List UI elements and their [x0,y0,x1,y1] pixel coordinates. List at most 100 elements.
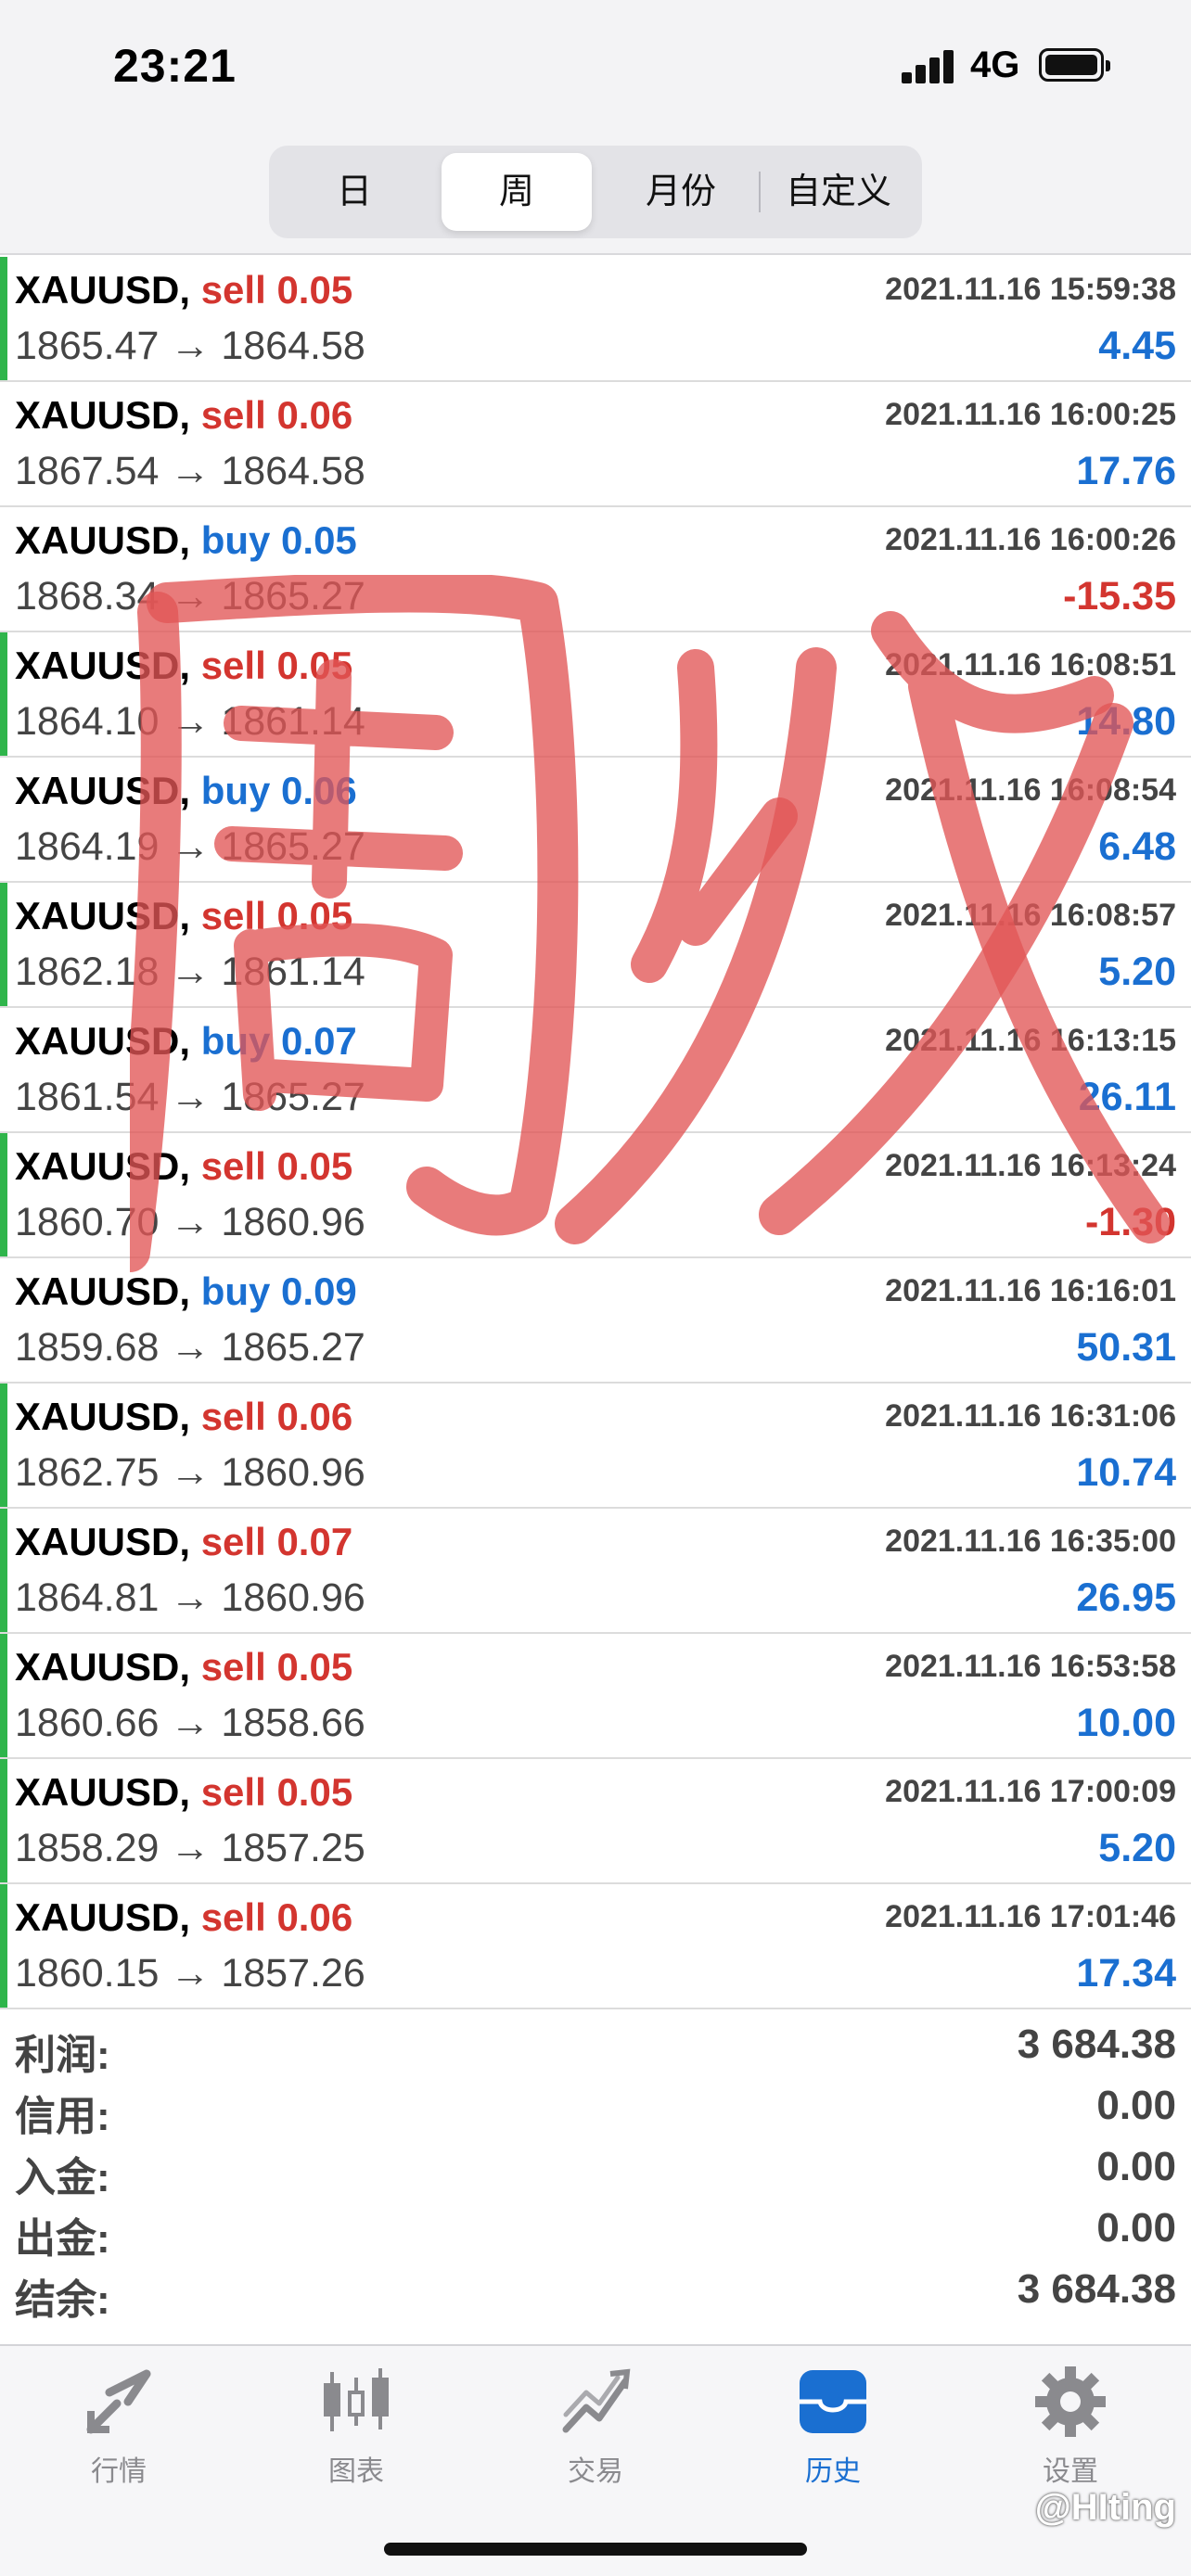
trade-row[interactable]: XAUUSD, sell 0.07 2021.11.16 16:35:00 1864… [0,1509,1191,1634]
trade-prices: 1864.19 → 1865.27 [15,824,365,870]
tab-history-label: 历史 [805,2456,861,2487]
trade-volume: 0.05 [276,644,353,687]
quotes-icon [86,2369,151,2434]
trade-row[interactable]: XAUUSD, sell 0.05 2021.11.16 16:08:57 1862… [0,883,1191,1008]
tab-settings[interactable]: 设置 [978,2365,1163,2504]
trade-row[interactable]: XAUUSD, sell 0.06 2021.11.16 16:00:25 1867… [0,382,1191,507]
summary-label: 入金: [15,2155,110,2200]
tab-trade[interactable]: 交易 [503,2365,688,2504]
trade-prices: 1864.81 → 1860.96 [15,1575,365,1621]
arrow-icon: → [170,324,211,368]
bottom-tab-bar: 行情 图表 交易 历史 设置 [0,2344,1191,2576]
trade-symbol: XAUUSD, [15,1144,191,1188]
trade-side: sell [200,1395,266,1438]
close-price: 1861.14 [221,699,365,744]
trade-time: 2021.11.16 16:08:51 [885,647,1176,682]
settings-icon [1035,2366,1106,2437]
close-price: 1857.26 [221,1951,365,1996]
trade-volume: 0.09 [281,1269,357,1313]
trade-row[interactable]: XAUUSD, sell 0.05 2021.11.16 16:08:51 1864… [0,632,1191,758]
trade-prices: 1859.68 → 1865.27 [15,1325,365,1371]
tab-chart[interactable]: 图表 [263,2365,449,2504]
trade-symbol: XAUUSD, [15,1520,191,1563]
open-price: 1865.47 [15,324,160,368]
network-type: 4G [970,45,1020,85]
trade-row[interactable]: XAUUSD, sell 0.05 2021.11.16 16:13:24 1860… [0,1133,1191,1258]
open-price: 1860.66 [15,1701,160,1745]
trade-side: sell [200,268,266,312]
summary-row: 信用: 0.00 [0,2073,1191,2139]
trade-side: sell [200,1645,266,1689]
trade-row[interactable]: XAUUSD, sell 0.06 2021.11.16 17:01:46 1860… [0,1884,1191,2009]
trade-prices: 1862.75 → 1860.96 [15,1450,365,1496]
trade-symbol: XAUUSD, [15,393,191,437]
trade-row[interactable]: XAUUSD, buy 0.07 2021.11.16 16:13:15 1861.… [0,1008,1191,1133]
trade-row[interactable]: XAUUSD, buy 0.05 2021.11.16 16:00:26 1868.… [0,507,1191,632]
summary-value: 0.00 [1096,2144,1176,2189]
trade-volume: 0.05 [281,518,357,562]
trade-profit: -15.35 [1063,574,1176,618]
trade-side: sell [200,1144,266,1188]
trade-row[interactable]: XAUUSD, sell 0.06 2021.11.16 16:31:06 1862… [0,1384,1191,1509]
summary-label: 结余: [15,2277,110,2323]
trade-title: XAUUSD, sell 0.05 [15,1645,352,1690]
tab-quotes[interactable]: 行情 [26,2365,211,2504]
trade-symbol: XAUUSD, [15,644,191,687]
trade-side: sell [200,1520,266,1563]
trade-row[interactable]: XAUUSD, buy 0.06 2021.11.16 16:08:54 1864.… [0,758,1191,883]
period-tab-week[interactable]: 周 [442,153,592,231]
trade-title: XAUUSD, sell 0.05 [15,268,352,312]
trade-row[interactable]: XAUUSD, buy 0.09 2021.11.16 16:16:01 1859.… [0,1258,1191,1384]
trade-profit: 5.20 [1098,1826,1176,1870]
home-indicator[interactable] [384,2543,807,2556]
open-price: 1860.15 [15,1951,160,1996]
trade-prices: 1865.47 → 1864.58 [15,324,365,369]
trade-volume: 0.05 [276,268,353,312]
watermark-credit: @HIting [1034,2487,1176,2528]
trade-profit: 26.11 [1078,1075,1176,1119]
trade-row[interactable]: XAUUSD, sell 0.05 2021.11.16 17:00:09 1858… [0,1759,1191,1884]
period-tab-month[interactable]: 月份 [603,153,759,231]
trade-volume: 0.05 [276,1144,353,1188]
arrow-icon: → [170,824,211,869]
trade-title: XAUUSD, sell 0.05 [15,894,352,938]
tab-quotes-label: 行情 [91,2456,147,2487]
close-price: 1860.96 [221,1575,365,1620]
trade-profit: 4.45 [1098,324,1176,368]
period-tab-custom[interactable]: 自定义 [762,153,915,231]
summary-row: 利润: 3 684.38 [0,2012,1191,2078]
trade-time: 2021.11.16 16:08:54 [885,772,1176,808]
trade-volume: 0.06 [276,393,353,437]
period-selector-bar: 日 周 月份 自定义 [0,134,1191,255]
trade-title: XAUUSD, sell 0.07 [15,1520,352,1564]
status-time: 23:21 [113,40,237,92]
trade-volume: 0.07 [276,1520,353,1563]
open-price: 1862.75 [15,1450,160,1495]
trade-profit: 26.95 [1076,1575,1176,1620]
period-tab-day[interactable]: 日 [276,153,432,231]
trade-row[interactable]: XAUUSD, sell 0.05 2021.11.16 15:59:38 1865… [0,257,1191,382]
trade-profit: -1.30 [1084,1200,1176,1244]
close-price: 1865.27 [221,574,365,618]
trade-time: 2021.11.16 16:13:15 [885,1023,1176,1058]
trade-symbol: XAUUSD, [15,1269,191,1313]
trade-profit: 17.76 [1076,449,1176,493]
trade-prices: 1864.10 → 1861.14 [15,699,365,745]
trade-prices: 1867.54 → 1864.58 [15,449,365,494]
arrow-icon: → [170,1075,211,1119]
open-price: 1864.81 [15,1575,160,1620]
arrow-icon: → [170,449,211,493]
trade-time: 2021.11.16 17:00:09 [885,1774,1176,1809]
trade-volume: 0.05 [276,1645,353,1689]
tab-history[interactable]: 历史 [740,2365,926,2504]
close-price: 1858.66 [221,1701,365,1745]
trade-time: 2021.11.16 16:16:01 [885,1273,1176,1308]
arrow-icon: → [170,1701,211,1745]
trade-side: buy [200,1269,271,1313]
trade-row[interactable]: XAUUSD, sell 0.05 2021.11.16 16:53:58 1860… [0,1634,1191,1759]
trade-history-list: XAUUSD, sell 0.05 2021.11.16 15:59:38 1865… [0,257,1191,2009]
cellular-signal-icon [902,48,955,83]
close-price: 1860.96 [221,1200,365,1244]
arrow-icon: → [170,574,211,618]
trade-side: sell [200,644,266,687]
